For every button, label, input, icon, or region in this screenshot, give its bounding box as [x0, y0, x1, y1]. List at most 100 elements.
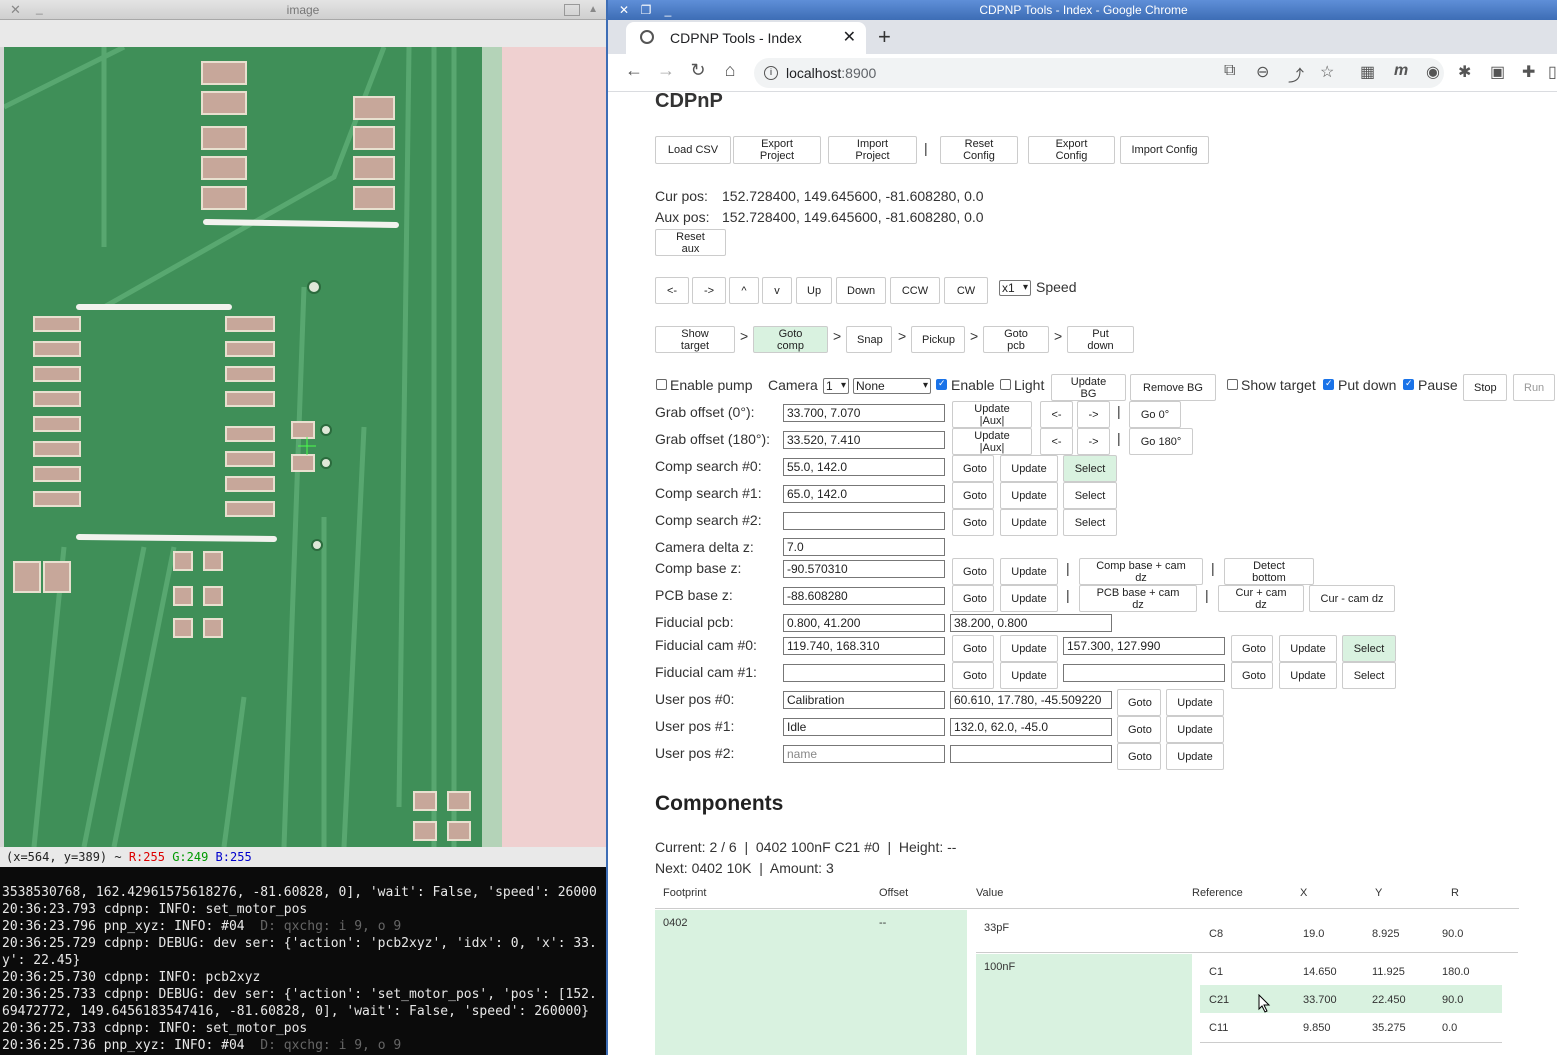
fiducial-cam-1-b-goto-button[interactable]: Goto: [1231, 662, 1273, 689]
tab-close-icon[interactable]: ✕: [843, 22, 856, 54]
load-csv-button[interactable]: Load CSV: [655, 136, 731, 164]
new-tab-icon[interactable]: +: [878, 20, 891, 54]
user-pos-0-goto-button[interactable]: Goto: [1117, 689, 1161, 716]
cur-minus-cam-dz-button[interactable]: Cur - cam dz: [1309, 585, 1395, 612]
light-checkbox[interactable]: [1000, 379, 1011, 390]
user-pos-0-value-input[interactable]: [950, 691, 1112, 709]
reset-aux-button[interactable]: Reset aux: [655, 229, 726, 256]
fiducial-cam-0-a-goto-button[interactable]: Goto: [952, 635, 994, 662]
home-icon[interactable]: ⌂: [718, 60, 742, 81]
bookmark-star-icon[interactable]: ☆: [1320, 62, 1334, 82]
remove-bg-button[interactable]: Remove BG: [1130, 374, 1216, 401]
grab-offset-0-input[interactable]: [783, 404, 945, 422]
grab-offset-180-input[interactable]: [783, 431, 945, 449]
comp-search-1-update-button[interactable]: Update: [1000, 482, 1058, 509]
go-180-button[interactable]: Go 180°: [1129, 428, 1193, 455]
comp-search-0-update-button[interactable]: Update: [1000, 455, 1058, 482]
put-down-button[interactable]: Put down: [1067, 326, 1134, 353]
stop-button[interactable]: Stop: [1463, 374, 1507, 401]
comp-search-2-goto-button[interactable]: Goto: [952, 509, 994, 536]
comp-search-0-select-button[interactable]: Select: [1063, 455, 1117, 482]
put-down-checkbox[interactable]: [1323, 378, 1334, 390]
go-0-button[interactable]: Go 0°: [1129, 401, 1181, 428]
fiducial-cam-1-a-update-button[interactable]: Update: [1000, 662, 1058, 689]
forward-icon[interactable]: →: [654, 60, 678, 81]
grab-offset-0-left-button[interactable]: <-: [1040, 401, 1073, 428]
site-info-icon[interactable]: i: [764, 66, 778, 80]
bug-extension-icon[interactable]: ✱: [1458, 62, 1471, 82]
user-pos-1-name-input[interactable]: [783, 718, 945, 736]
maximize-icon[interactable]: [564, 4, 580, 16]
export-project-button[interactable]: Export Project: [733, 136, 821, 164]
pcb-base-z-input[interactable]: [783, 587, 945, 605]
sidebar-icon[interactable]: ▯: [1548, 62, 1557, 82]
comp-search-1-input[interactable]: [783, 485, 945, 503]
zoom-icon[interactable]: ⊖: [1256, 62, 1269, 82]
fiducial-cam-1-a-goto-button[interactable]: Goto: [952, 662, 994, 689]
user-pos-1-value-input[interactable]: [950, 718, 1112, 736]
user-pos-2-name-input[interactable]: [783, 745, 945, 763]
rotate-cw-button[interactable]: CW: [944, 277, 988, 304]
fiducial-cam-1-select-button[interactable]: Select: [1342, 662, 1396, 689]
rotate-ccw-button[interactable]: CCW: [890, 277, 940, 304]
fiducial-cam-1-b-input[interactable]: [1063, 664, 1225, 682]
minimize-window-icon[interactable]: _: [660, 2, 676, 18]
back-icon[interactable]: ←: [622, 60, 646, 81]
cur-plus-cam-dz-button[interactable]: Cur + cam dz: [1218, 585, 1304, 612]
show-target-checkbox[interactable]: [1227, 379, 1238, 390]
fiducial-cam-0-select-button[interactable]: Select: [1342, 635, 1396, 662]
show-target-button[interactable]: Show target: [655, 326, 735, 353]
jog-right-button[interactable]: ->: [692, 277, 726, 304]
open-in-app-icon[interactable]: ⧉: [1224, 62, 1235, 80]
reset-config-button[interactable]: Reset Config: [940, 136, 1018, 164]
jog-forward-button[interactable]: ^: [729, 277, 759, 304]
comp-search-2-input[interactable]: [783, 512, 945, 530]
pcb-base-cam-dz-button[interactable]: PCB base + cam dz: [1079, 585, 1197, 612]
comp-search-0-goto-button[interactable]: Goto: [952, 455, 994, 482]
fiducial-cam-1-a-input[interactable]: [783, 664, 945, 682]
run-button[interactable]: Run: [1513, 374, 1555, 401]
user-pos-2-value-input[interactable]: [950, 745, 1112, 763]
pause-checkbox[interactable]: [1403, 378, 1414, 390]
pcb-base-goto-button[interactable]: Goto: [952, 585, 994, 612]
m-extension-icon[interactable]: m: [1394, 62, 1408, 80]
speed-select[interactable]: x1: [999, 280, 1031, 296]
jog-down-button[interactable]: Down: [836, 277, 886, 304]
terminal[interactable]: 3538530768, 162.42961575618276, -81.6082…: [0, 867, 606, 1055]
address-bar[interactable]: i localhost:8900: [754, 58, 1444, 88]
comp-base-update-button[interactable]: Update: [1000, 558, 1058, 585]
comp-search-2-select-button[interactable]: Select: [1063, 509, 1117, 536]
pickup-button[interactable]: Pickup: [911, 326, 965, 353]
user-pos-2-update-button[interactable]: Update: [1166, 743, 1224, 770]
goto-comp-button[interactable]: Goto comp: [753, 326, 828, 353]
fiducial-cam-0-b-input[interactable]: [1063, 637, 1225, 655]
fiducial-cam-0-a-update-button[interactable]: Update: [1000, 635, 1058, 662]
jog-back-button[interactable]: v: [762, 277, 792, 304]
enable-pump-checkbox[interactable]: [656, 379, 667, 390]
circle-extension-icon[interactable]: ◉: [1426, 62, 1440, 82]
enable-camera-checkbox[interactable]: [936, 378, 947, 390]
camera-select[interactable]: 1: [823, 378, 849, 394]
close-icon[interactable]: ✕: [10, 0, 21, 20]
chevron-up-icon[interactable]: ▲: [588, 0, 598, 20]
camera-image[interactable]: [4, 47, 606, 847]
user-pos-2-goto-button[interactable]: Goto: [1117, 743, 1161, 770]
comp-base-cam-dz-button[interactable]: Comp base + cam dz: [1079, 558, 1203, 585]
minimize-icon[interactable]: _: [36, 0, 43, 18]
pcb-base-update-button[interactable]: Update: [1000, 585, 1058, 612]
jog-left-button[interactable]: <-: [655, 277, 689, 304]
fiducial-cam-0-a-input[interactable]: [783, 637, 945, 655]
snap-button[interactable]: Snap: [846, 326, 892, 353]
restore-window-icon[interactable]: ❐: [638, 2, 654, 18]
goto-pcb-button[interactable]: Goto pcb: [983, 326, 1049, 353]
comp-search-1-goto-button[interactable]: Goto: [952, 482, 994, 509]
fiducial-cam-0-b-goto-button[interactable]: Goto: [1231, 635, 1273, 662]
grab-offset-180-right-button[interactable]: ->: [1077, 428, 1110, 455]
grab-offset-180-left-button[interactable]: <-: [1040, 428, 1073, 455]
grab-offset-180-update-aux-button[interactable]: Update |Aux|: [952, 428, 1032, 455]
grab-offset-0-update-aux-button[interactable]: Update |Aux|: [952, 401, 1032, 428]
comp-search-2-update-button[interactable]: Update: [1000, 509, 1058, 536]
user-pos-1-goto-button[interactable]: Goto: [1117, 716, 1161, 743]
footprint-group-row[interactable]: [655, 910, 967, 1055]
translate-extension-icon[interactable]: ▦: [1360, 62, 1375, 82]
